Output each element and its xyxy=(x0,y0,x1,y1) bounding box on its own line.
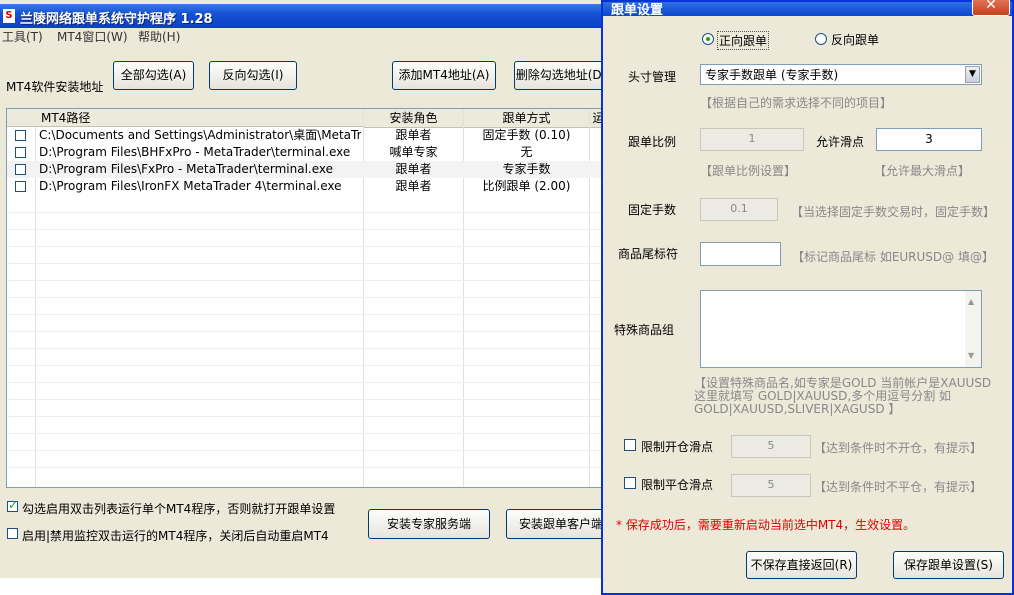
open-slip-input[interactable]: 5 xyxy=(731,435,811,458)
col-header-path[interactable]: MT4路径 xyxy=(7,109,363,127)
main-window-title: 兰陵网络跟单系统守护程序 1.28 xyxy=(20,12,213,27)
row-mode: 固定手数 (0.10) xyxy=(482,128,571,142)
row-mode: 比例跟单 (2.00) xyxy=(482,179,571,193)
ratio-hint: 【跟单比例设置】 xyxy=(700,164,797,178)
chevron-down-icon[interactable]: ▼ xyxy=(965,66,980,83)
add-mt4-button[interactable]: 添加MT4地址(A) xyxy=(392,61,496,90)
close-slip-hint: 【达到条件时不平仓，有提示】 xyxy=(814,480,983,494)
open-slip-hint: 【达到条件时不开仓，有提示】 xyxy=(814,441,983,455)
close-slip-checkbox[interactable] xyxy=(624,477,636,489)
row-path: D:\Program Files\BHFxPro - MetaTrader\te… xyxy=(39,145,351,159)
row-path: C:\Documents and Settings\Administrator\… xyxy=(39,128,361,142)
menu-tools[interactable]: 工具(T) xyxy=(2,28,43,45)
mt4-list-table[interactable]: MT4路径 安装角色 跟单方式 运 C:\Documents and Setti… xyxy=(6,108,608,488)
forward-label[interactable]: 正向跟单 xyxy=(717,31,770,50)
reverse-label[interactable]: 反向跟单 xyxy=(831,31,879,48)
row-role: 喊单专家 xyxy=(389,145,438,159)
scroll-up-icon[interactable]: ▲ xyxy=(968,292,974,312)
main-title-bar[interactable]: S 兰陵网络跟单系统守护程序 1.28 xyxy=(0,4,640,28)
col-header-mode[interactable]: 跟单方式 xyxy=(464,109,589,128)
slippage-label: 允许滑点 xyxy=(816,135,865,149)
slippage-hint: 【允许最大滑点】 xyxy=(874,164,971,178)
row-role: 跟单者 xyxy=(395,162,432,176)
position-mgmt-label: 头寸管理 xyxy=(628,70,677,84)
table-row[interactable]: D:\Program Files\FxPro - MetaTrader\term… xyxy=(7,161,607,178)
follow-settings-dialog: 跟单设置 ✕ 正向跟单 反向跟单 头寸管理 专家手数跟单 (专家手数) ▼ 【根… xyxy=(601,0,1014,595)
install-server-button[interactable]: 安装专家服务端 xyxy=(368,509,490,539)
table-row[interactable]: D:\Program Files\IronFX MetaTrader 4\ter… xyxy=(7,178,607,195)
table-row[interactable]: D:\Program Files\BHFxPro - MetaTrader\te… xyxy=(7,144,607,161)
select-all-button[interactable]: 全部勾选(A) xyxy=(113,61,194,90)
row-role: 跟单者 xyxy=(395,179,432,193)
position-mgmt-value: 专家手数跟单 (专家手数) xyxy=(705,68,839,82)
invert-select-button[interactable]: 反向勾选(I) xyxy=(209,61,297,90)
fixed-lots-hint: 【当选择固定手数交易时，固定手数】 xyxy=(791,205,996,219)
save-warning: * 保存成功后，需要重新启动当前选中MT4，生效设置。 xyxy=(616,518,916,532)
special-textarea[interactable]: ▲ ▼ xyxy=(700,290,982,368)
ratio-input[interactable]: 1 xyxy=(700,128,804,151)
suffix-label: 商品尾标符 xyxy=(618,247,679,261)
menu-bar: 工具(T) MT4窗口(W) 帮助(H) xyxy=(0,28,640,46)
install-client-button[interactable]: 安装跟单客户端 xyxy=(506,509,616,539)
row-role: 跟单者 xyxy=(395,128,432,142)
dblclick-option-checkbox[interactable]: ✓ xyxy=(7,498,19,512)
main-window: S 兰陵网络跟单系统守护程序 1.28 工具(T) MT4窗口(W) 帮助(H)… xyxy=(0,0,641,578)
position-mgmt-hint: 【根据自己的需求选择不同的项目】 xyxy=(700,96,893,110)
position-mgmt-select[interactable]: 专家手数跟单 (专家手数) ▼ xyxy=(700,64,982,85)
monitor-option-checkbox[interactable] xyxy=(7,528,18,539)
suffix-hint: 【标记商品尾标 如EURUSD@ 填@】 xyxy=(792,250,994,264)
row-path: D:\Program Files\IronFX MetaTrader 4\ter… xyxy=(39,179,342,193)
special-label: 特殊商品组 xyxy=(614,323,675,337)
close-icon[interactable]: ✕ xyxy=(972,0,1010,16)
cancel-button[interactable]: 不保存直接返回(R) xyxy=(746,551,857,579)
menu-mt4-window[interactable]: MT4窗口(W) xyxy=(57,28,128,45)
dblclick-option-label: 勾选启用双击列表运行单个MT4程序，否则就打开跟单设置 xyxy=(22,502,336,516)
row-checkbox[interactable] xyxy=(15,181,26,192)
ratio-label: 跟单比例 xyxy=(628,135,677,149)
app-icon: S xyxy=(3,9,15,23)
open-slip-label: 限制开仓滑点 xyxy=(641,440,714,454)
table-row[interactable]: C:\Documents and Settings\Administrator\… xyxy=(7,127,607,144)
save-button[interactable]: 保存跟单设置(S) xyxy=(893,551,1004,579)
checkmark-icon: ✓ xyxy=(8,498,19,512)
fixed-lots-input[interactable]: 0.1 xyxy=(700,198,778,221)
row-path: D:\Program Files\FxPro - MetaTrader\term… xyxy=(39,162,333,176)
dialog-title: 跟单设置 xyxy=(611,3,664,18)
special-hint-line3: GOLD|XAUUSD,SLIVER|XAGUSD 】 xyxy=(694,402,901,416)
row-mode: 无 xyxy=(520,145,533,159)
delete-selected-button[interactable]: 删除勾选地址(D) xyxy=(514,61,608,90)
close-slip-input[interactable]: 5 xyxy=(731,474,811,497)
forward-radio[interactable] xyxy=(702,33,714,45)
col-header-role[interactable]: 安装角色 xyxy=(364,109,463,128)
close-slip-label: 限制平仓滑点 xyxy=(641,478,714,492)
slippage-input[interactable]: 3 xyxy=(876,128,982,151)
row-mode: 专家手数 xyxy=(502,162,551,176)
menu-help[interactable]: 帮助(H) xyxy=(138,28,180,45)
address-label: MT4软件安装地址 xyxy=(6,80,104,94)
row-checkbox[interactable] xyxy=(15,130,26,141)
reverse-radio[interactable] xyxy=(815,33,827,45)
row-checkbox[interactable] xyxy=(15,147,26,158)
suffix-input[interactable] xyxy=(700,242,781,266)
fixed-lots-label: 固定手数 xyxy=(628,203,677,217)
scroll-down-icon[interactable]: ▼ xyxy=(968,346,974,366)
monitor-option-label: 启用|禁用监控双击运行的MT4程序，关闭后自动重启MT4 xyxy=(22,529,329,543)
open-slip-checkbox[interactable] xyxy=(624,439,636,451)
dialog-title-bar[interactable]: 跟单设置 ✕ xyxy=(603,0,1012,18)
textarea-scrollbar[interactable]: ▲ ▼ xyxy=(965,291,981,367)
row-checkbox[interactable] xyxy=(15,164,26,175)
